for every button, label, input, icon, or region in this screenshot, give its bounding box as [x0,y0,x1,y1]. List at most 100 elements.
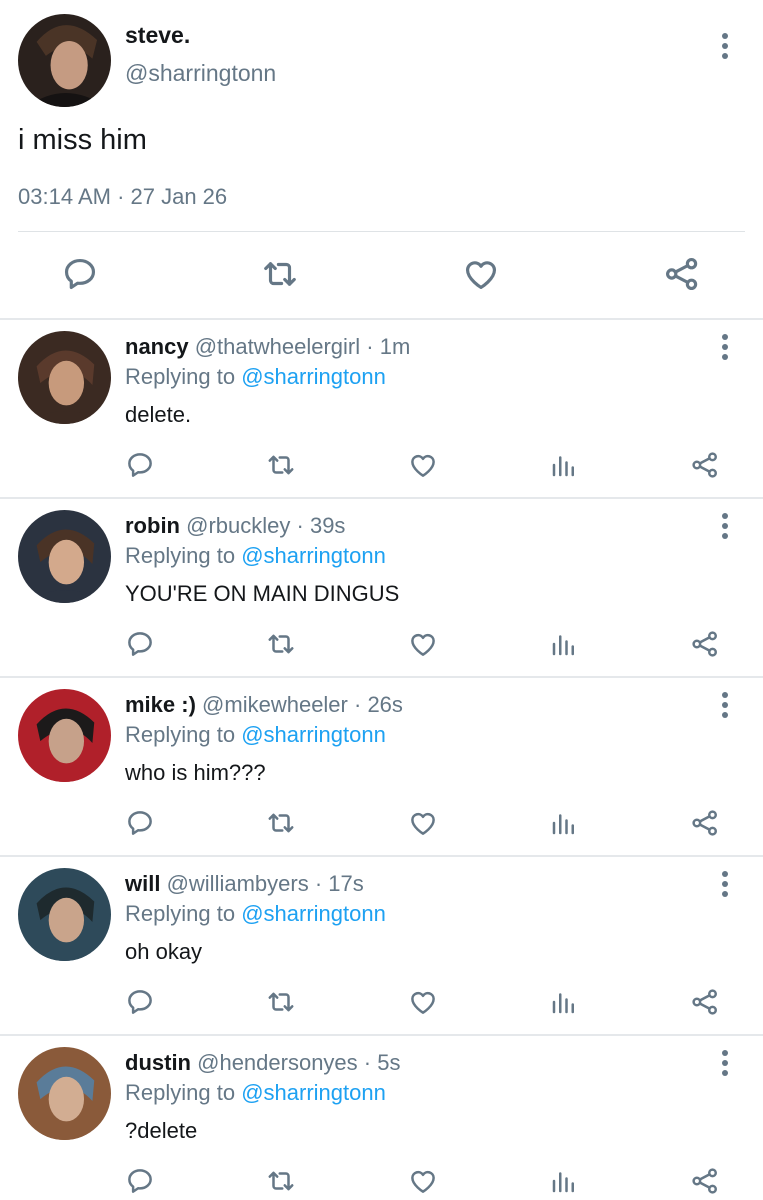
replying-to-label: Replying to [125,543,236,568]
reply-tweet[interactable]: nancy @thatwheelergirl · 1m Replying to … [0,320,763,497]
share-button[interactable] [690,1166,720,1196]
replying-to-mention[interactable]: @sharringtonn [241,722,386,747]
avatar[interactable] [18,510,111,603]
reply-author-handle[interactable]: @williambyers [167,871,309,896]
analytics-icon [552,993,574,1014]
reply-author-name[interactable]: dustin [125,1050,191,1075]
tweet-thread: steve. @sharringtonn i miss him 03:14 AM… [0,0,763,1200]
reply-author-handle[interactable]: @hendersonyes [197,1050,358,1075]
heart-icon [411,991,435,1014]
author-name[interactable]: steve. [125,22,190,49]
avatar[interactable] [18,331,111,424]
author-handle[interactable]: @sharringtonn [125,60,276,87]
avatar[interactable] [18,1047,111,1140]
like-button[interactable] [408,1166,438,1196]
reply-text: delete. [125,402,192,427]
reply-author-name[interactable]: will [125,871,160,896]
retweet-button[interactable] [266,450,296,480]
share-icon [692,810,717,836]
like-button[interactable] [408,808,438,838]
reply-separator: · [347,692,368,717]
reply-header: dustin @hendersonyes · 5s [125,1050,400,1076]
share-button[interactable] [690,450,720,480]
reply-header: will @williambyers · 17s [125,871,364,897]
reply-icon [128,811,152,835]
more-vertical-icon[interactable] [715,513,735,539]
share-button[interactable] [663,255,701,293]
more-vertical-icon[interactable] [715,33,735,59]
replying-to: Replying to @sharringtonn [125,364,386,390]
main-tweet: steve. @sharringtonn i miss him 03:14 AM… [0,0,763,318]
reply-age: 39s [309,513,346,538]
reply-button[interactable] [61,255,99,293]
like-button[interactable] [462,255,500,293]
retweet-button[interactable] [266,1166,296,1196]
reply-tweet[interactable]: mike :) @mikewheeler · 26s Replying to @… [0,678,763,855]
share-icon [692,1168,717,1194]
analytics-button[interactable] [549,450,579,480]
more-vertical-icon[interactable] [715,334,735,360]
like-button[interactable] [408,987,438,1017]
divider [18,231,745,232]
more-vertical-icon[interactable] [715,1050,735,1076]
retweet-button[interactable] [266,987,296,1017]
reply-age: 17s [328,871,364,896]
analytics-button[interactable] [549,808,579,838]
retweet-button[interactable] [266,808,296,838]
analytics-button[interactable] [549,1166,579,1196]
reply-separator: · [360,334,380,359]
replying-to-mention[interactable]: @sharringtonn [241,364,386,389]
reply-button[interactable] [125,808,155,838]
retweet-icon [268,455,294,475]
share-button[interactable] [690,987,720,1017]
share-icon [692,452,717,478]
reply-button[interactable] [125,987,155,1017]
replying-to-mention[interactable]: @sharringtonn [241,1080,386,1105]
tweet-timestamp: 03:14 AM · 27 Jan 26 [18,184,227,210]
heart-icon [411,454,435,477]
replies-list: nancy @thatwheelergirl · 1m Replying to … [0,320,763,1200]
reply-author-name[interactable]: robin [125,513,180,538]
reply-separator: · [357,1050,378,1075]
retweet-button[interactable] [266,629,296,659]
analytics-button[interactable] [549,629,579,659]
reply-icon [128,453,152,477]
reply-tweet[interactable]: dustin @hendersonyes · 5s Replying to @s… [0,1036,763,1200]
tweet-time: 03:14 AM [18,184,111,209]
reply-text: oh okay [125,939,203,964]
replying-to-label: Replying to [125,1080,236,1105]
avatar[interactable] [18,689,111,782]
retweet-button[interactable] [261,255,299,293]
retweet-icon [268,992,294,1012]
share-button[interactable] [690,808,720,838]
reply-author-handle[interactable]: @mikewheeler [202,692,348,717]
like-button[interactable] [408,450,438,480]
like-button[interactable] [408,629,438,659]
reply-button[interactable] [125,1166,155,1196]
retweet-icon [268,1171,294,1191]
reply-button[interactable] [125,629,155,659]
reply-header: robin @rbuckley · 39s [125,513,345,539]
share-icon [692,631,717,657]
reply-author-name[interactable]: nancy [125,334,189,359]
analytics-button[interactable] [549,987,579,1017]
reply-tweet[interactable]: will @williambyers · 17s Replying to @sh… [0,857,763,1034]
more-vertical-icon[interactable] [715,692,735,718]
reply-button[interactable] [125,450,155,480]
reply-author-handle[interactable]: @thatwheelergirl [195,334,360,359]
replying-to-mention[interactable]: @sharringtonn [241,901,386,926]
replying-to-mention[interactable]: @sharringtonn [241,543,386,568]
share-button[interactable] [690,629,720,659]
reply-author-handle[interactable]: @rbuckley [186,513,290,538]
analytics-icon [552,1172,574,1193]
reply-tweet[interactable]: robin @rbuckley · 39s Replying to @sharr… [0,499,763,676]
avatar[interactable] [18,14,111,107]
reply-author-name[interactable]: mike :) [125,692,196,717]
reply-age: 1m [379,334,411,359]
retweet-icon [268,813,294,833]
avatar[interactable] [18,868,111,961]
more-vertical-icon[interactable] [715,871,735,897]
reply-text: ?delete [125,1118,198,1143]
reply-header: mike :) @mikewheeler · 26s [125,692,403,718]
reply-age: 26s [367,692,403,717]
